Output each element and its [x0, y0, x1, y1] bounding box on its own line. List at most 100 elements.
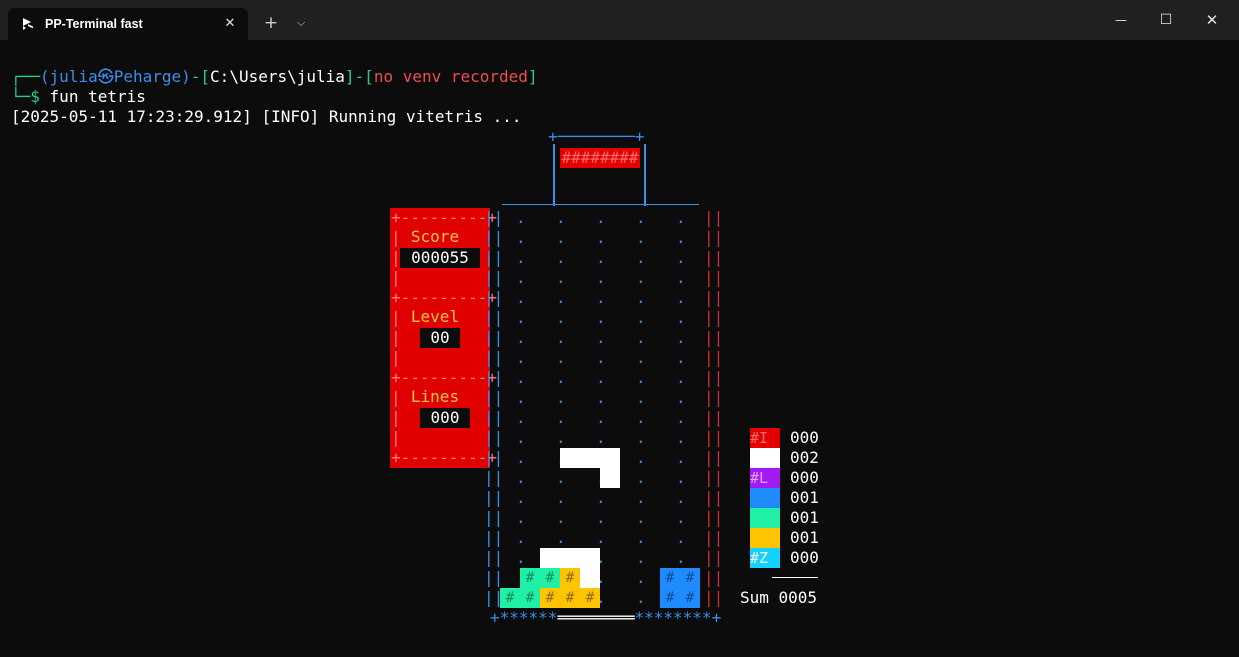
well-dot: .: [636, 448, 646, 467]
well-dot: .: [676, 548, 686, 567]
terminal-app-icon: [23, 18, 34, 30]
stat-count: 000: [790, 428, 819, 447]
well-dot: .: [636, 588, 646, 607]
well-dot: .: [636, 388, 646, 407]
block-o: #: [680, 588, 700, 608]
well-dot: .: [516, 228, 526, 247]
well-dot: .: [636, 508, 646, 527]
tab-terminal[interactable]: PP-Terminal fast ✕: [8, 8, 248, 40]
well-dot: .: [676, 208, 686, 227]
well-dot: .: [636, 468, 646, 487]
well-dot: .: [516, 328, 526, 347]
next-box-right-border: [644, 144, 646, 206]
next-box-left-border: [553, 144, 555, 206]
well-dot: .: [676, 388, 686, 407]
floor-left: +******: [490, 608, 558, 627]
well-dot: .: [596, 508, 606, 527]
title-bar: PP-Terminal fast ✕ + ⌵ — ☐ ✕: [0, 0, 1239, 40]
well-dot: .: [556, 528, 566, 547]
well-dot: .: [636, 548, 646, 567]
well-dot: .: [516, 468, 526, 487]
well-top-rule: [502, 204, 699, 205]
well-dot: .: [556, 248, 566, 267]
chevron-down-icon[interactable]: ⌵: [291, 12, 311, 34]
command-line[interactable]: └─$ fun tetris: [11, 87, 146, 107]
prompt-corner-top: ┌──: [11, 67, 40, 86]
well-dot: .: [516, 268, 526, 287]
well-dot: .: [636, 328, 646, 347]
sum-rule: [772, 577, 818, 578]
block-o: #: [660, 588, 680, 608]
well-dot: .: [516, 528, 526, 547]
well-dot: .: [556, 508, 566, 527]
well-dot: .: [676, 288, 686, 307]
block-t: #: [560, 588, 580, 608]
stat-swatch: #I: [750, 428, 780, 448]
tab-title: PP-Terminal fast: [45, 17, 143, 31]
well-dot: .: [556, 308, 566, 327]
prompt-dash: -[: [190, 67, 211, 86]
well-dot: .: [676, 528, 686, 547]
stat-count: 001: [790, 528, 819, 547]
new-tab-button[interactable]: +: [259, 12, 283, 34]
level-label: Level: [410, 307, 460, 326]
well-dot: .: [636, 428, 646, 447]
well-dot: .: [676, 428, 686, 447]
well-dot: .: [596, 528, 606, 547]
well-dot: .: [596, 368, 606, 387]
well-dot: .: [676, 268, 686, 287]
well-dot: .: [516, 288, 526, 307]
well-dot: .: [556, 288, 566, 307]
well-dot: .: [676, 468, 686, 487]
lines-label: Lines: [410, 387, 460, 406]
falling-piece-bottom: [600, 468, 620, 488]
well-dot: .: [596, 248, 606, 267]
sum-label: Sum 0005: [740, 588, 818, 607]
well-dot: .: [676, 488, 686, 507]
well-dot: .: [596, 308, 606, 327]
well-dot: .: [556, 268, 566, 287]
well-dot: .: [556, 468, 566, 487]
well-dot: .: [516, 348, 526, 367]
well-dot: .: [556, 388, 566, 407]
well-dot: .: [556, 368, 566, 387]
well-dot: .: [516, 428, 526, 447]
block-s: #: [540, 568, 560, 588]
well-dot: .: [516, 488, 526, 507]
well-dot: .: [516, 548, 526, 567]
close-button[interactable]: ✕: [1189, 5, 1235, 35]
falling-piece-top: [560, 448, 620, 468]
well-dot: .: [596, 408, 606, 427]
stat-swatch: #S: [750, 508, 780, 528]
block-t: #: [580, 588, 600, 608]
tab-close-icon[interactable]: ✕: [220, 14, 240, 34]
lines-value: 000: [420, 408, 470, 428]
prompt-path: C:\Users\julia: [210, 67, 345, 86]
well-dot: .: [556, 228, 566, 247]
stat-swatch: #Z: [750, 548, 780, 568]
landed-j-stem: [580, 568, 600, 588]
minimize-button[interactable]: —: [1098, 5, 1144, 35]
well-dot: .: [636, 288, 646, 307]
well-dot: .: [556, 488, 566, 507]
maximize-button[interactable]: ☐: [1143, 5, 1189, 35]
stat-count: 002: [790, 448, 819, 467]
well-dot: .: [636, 208, 646, 227]
block-t: #: [560, 568, 580, 588]
stat-swatch: #O: [750, 488, 780, 508]
next-piece-i: ########: [560, 148, 640, 168]
well-dot: .: [636, 368, 646, 387]
stat-count: 000: [790, 468, 819, 487]
well-dot: .: [676, 348, 686, 367]
well-dot: .: [556, 408, 566, 427]
well-dot: .: [636, 528, 646, 547]
stat-count: 000: [790, 548, 819, 567]
well-dot: .: [636, 228, 646, 247]
well-dot: .: [636, 268, 646, 287]
well-dot: .: [676, 368, 686, 387]
well-dot: .: [596, 208, 606, 227]
score-label: Score: [410, 227, 460, 246]
well-dot: .: [516, 448, 526, 467]
well-dot: .: [596, 328, 606, 347]
next-box-top: +────────+: [548, 127, 645, 146]
